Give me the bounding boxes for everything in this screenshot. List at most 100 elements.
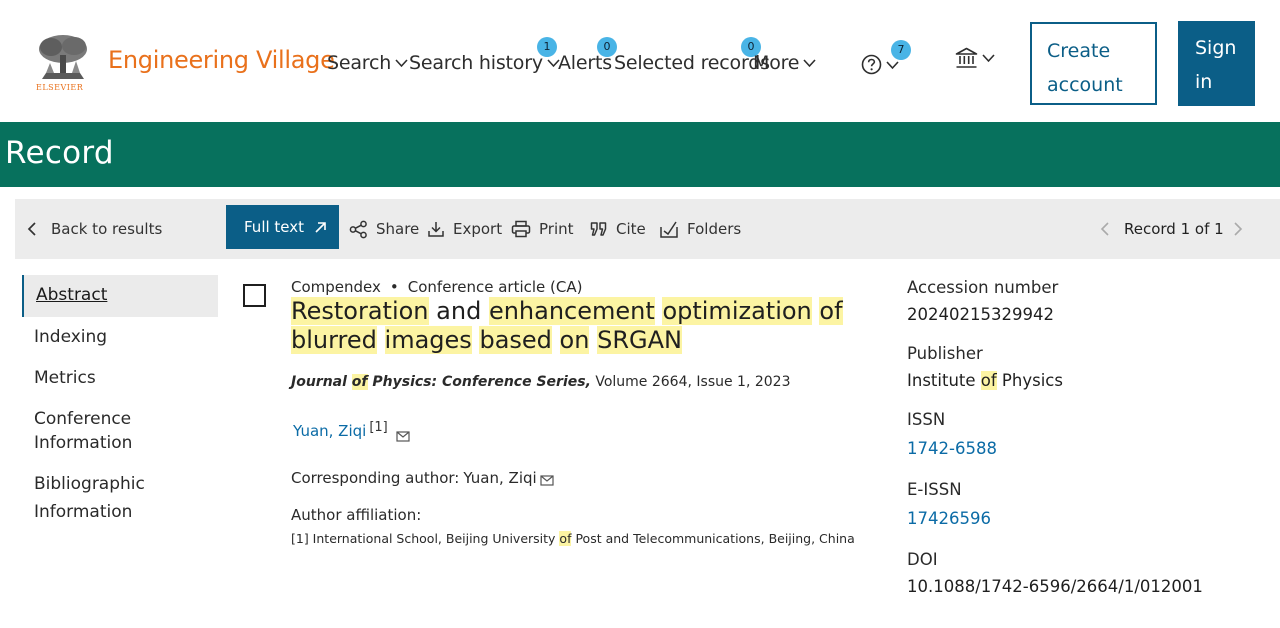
record-pager: Record 1 of 1 (1100, 199, 1243, 259)
cite-label: Cite (616, 220, 646, 238)
top-navigation: ELSEVIER Engineering Village Search Sear… (0, 0, 1280, 122)
publisher-value: Institute of Physics (907, 371, 1063, 390)
record-position: Record 1 of 1 (1124, 220, 1224, 238)
help-count-badge: 7 (891, 40, 911, 60)
nav-institution[interactable] (955, 47, 996, 69)
select-record-checkbox[interactable] (243, 284, 266, 307)
doi-label: DOI (907, 550, 938, 569)
full-text-label: Full text (244, 218, 305, 236)
search-history-count-badge: 1 (537, 37, 557, 57)
folder-add-icon (660, 221, 678, 238)
printer-icon (511, 220, 531, 238)
issn-label: ISSN (907, 410, 946, 429)
chevron-down-icon (395, 59, 408, 68)
title-word: optimization (662, 297, 812, 325)
record-title: Restoration and enhancement optimization… (291, 297, 851, 355)
back-to-results-label: Back to results (51, 220, 163, 238)
sidebar-item-bibliographic-information[interactable]: Bibliographic Information (22, 464, 218, 524)
document-type: Conference article (CA) (407, 278, 583, 296)
sidebar-item-metrics[interactable]: Metrics (22, 358, 218, 398)
title-word: on (559, 326, 590, 354)
chevron-down-icon (982, 54, 995, 63)
page-header: Record (0, 122, 1280, 187)
eissn-link[interactable]: 17426596 (907, 509, 991, 528)
export-button[interactable]: Export (427, 199, 502, 259)
chevron-down-icon (803, 59, 816, 68)
sidebar-item-indexing[interactable]: Indexing (22, 317, 218, 357)
corresponding-author: Corresponding author: Yuan, Ziqi (291, 469, 554, 487)
corresponding-author-label: Corresponding author: (291, 469, 460, 487)
section-navigation: Abstract Indexing Metrics Conference Inf… (22, 275, 218, 524)
sidebar-item-abstract[interactable]: Abstract (22, 275, 218, 317)
sign-in-label-line2: in (1195, 71, 1213, 93)
author-link[interactable]: Yuan, Ziqi (293, 422, 366, 440)
separator-dot: • (389, 278, 399, 296)
accession-number-label: Accession number (907, 278, 1059, 297)
chevron-left-icon (27, 222, 36, 236)
publisher-label: Publisher (907, 344, 983, 363)
volume-info: Volume 2664, Issue 1, 2023 (590, 374, 791, 390)
help-circle-icon (861, 54, 882, 75)
title-word: and (436, 297, 482, 325)
create-account-label-line1: Create (1047, 40, 1111, 62)
download-icon (428, 222, 444, 237)
title-word: based (479, 326, 552, 354)
export-label: Export (453, 220, 503, 238)
institution-icon (955, 47, 978, 68)
folders-label: Folders (687, 220, 742, 238)
sign-in-button[interactable]: Sign in (1178, 21, 1255, 106)
sidebar-item-conference-information[interactable]: Conference Information (22, 399, 218, 463)
share-button[interactable]: Share (349, 199, 419, 259)
elsevier-logo[interactable]: ELSEVIER (34, 33, 92, 93)
external-link-icon (315, 221, 326, 233)
source-citation: Journal of Physics: Conference Series, V… (291, 374, 790, 390)
share-label: Share (376, 220, 420, 238)
author-affiliation-ref: [1] (369, 420, 388, 435)
issn-link[interactable]: 1742-6588 (907, 439, 997, 458)
record-toolbar: Back to results Full text Share Export P… (15, 199, 1280, 259)
logo-wordmark: ELSEVIER (36, 83, 84, 92)
sidebar-item-label-line2: Information (34, 502, 133, 522)
nav-more-label: More (753, 52, 800, 74)
sidebar-item-label-line1: Bibliographic (34, 474, 145, 494)
mail-icon[interactable] (396, 431, 410, 442)
brand-name[interactable]: Engineering Village (108, 46, 335, 74)
back-to-results-button[interactable]: Back to results (27, 199, 162, 259)
title-word: images (384, 326, 472, 354)
title-word: blurred (291, 326, 377, 354)
print-button[interactable]: Print (511, 199, 574, 259)
mail-icon[interactable] (540, 474, 554, 486)
nav-search-label: Search (327, 52, 392, 74)
tree-logo-icon (37, 34, 89, 80)
title-word: of (819, 297, 843, 325)
author-affiliation: [1] International School, Beijing Univer… (291, 531, 855, 546)
create-account-button[interactable]: Create account (1030, 22, 1157, 105)
nav-search-history-label: Search history (409, 52, 543, 74)
title-word: enhancement (488, 297, 655, 325)
chevron-right-icon[interactable] (1233, 221, 1243, 237)
print-label: Print (539, 220, 574, 238)
full-text-button[interactable]: Full text (226, 205, 339, 249)
nav-search[interactable]: Search (327, 52, 409, 74)
eissn-label: E-ISSN (907, 480, 962, 499)
accession-number-value: 20240215329942 (907, 305, 1054, 324)
title-word: SRGAN (597, 326, 682, 354)
sign-in-label-line1: Sign (1195, 37, 1237, 59)
nav-search-history[interactable]: Search history (409, 52, 561, 74)
chevron-down-icon (886, 60, 899, 69)
folders-button[interactable]: Folders (659, 199, 741, 259)
record-meta: Compendex • Conference article (CA) (291, 278, 583, 296)
corresponding-author-name: Yuan, Ziqi (463, 469, 537, 487)
affiliation-label: Author affiliation: (291, 506, 422, 524)
chevron-left-icon[interactable] (1100, 221, 1110, 237)
journal-name[interactable]: Journal of Physics: Conference Series, (291, 374, 591, 390)
create-account-label-line2: account (1047, 74, 1123, 96)
quote-icon (590, 222, 607, 236)
title-word: Restoration (291, 297, 429, 325)
database-name: Compendex (291, 278, 381, 296)
cite-button[interactable]: Cite (590, 199, 646, 259)
share-icon (349, 220, 367, 238)
doi-value[interactable]: 10.1088/1742-6596/2664/1/012001 (907, 577, 1203, 596)
page-title: Record (5, 135, 114, 171)
nav-more[interactable]: More (753, 52, 817, 74)
